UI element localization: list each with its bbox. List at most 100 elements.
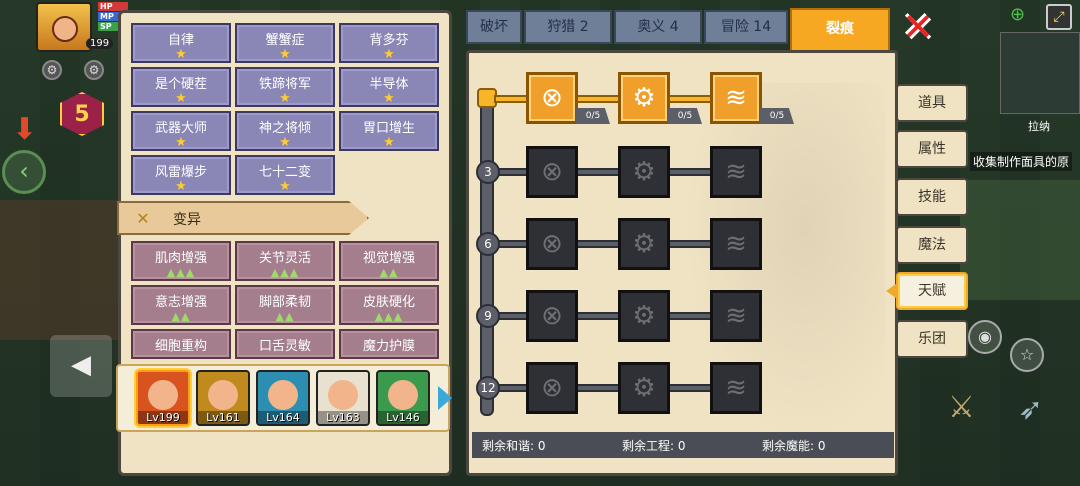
side-menu-talent[interactable]: 天赋 [896, 272, 968, 310]
skill-item[interactable]: 是个硬茬 ★ [131, 67, 231, 107]
skill-name: 蟹蟹症 [265, 33, 305, 48]
triangle-icon: ▲▲ [237, 354, 333, 357]
character-level: Lv163 [318, 411, 368, 424]
gears-icon[interactable]: ⚙ [618, 72, 670, 124]
player-level: 199 [86, 38, 114, 49]
sword-icon[interactable]: ⚔ [948, 390, 975, 425]
character-face [388, 380, 418, 410]
mutation-item[interactable]: 关节灵活 ▲▲▲ [235, 241, 335, 281]
mutation-item[interactable]: 意志增强 ▲▲ [131, 285, 231, 325]
skill-item[interactable]: 铁蹄将军 ★ [235, 67, 335, 107]
compass-icon[interactable]: ◉ [968, 320, 1002, 354]
character-portrait[interactable]: Lv163 [316, 370, 370, 426]
mutation-name: 皮肤硬化 [362, 295, 415, 310]
tab-hunt[interactable]: 狩猎 2 [524, 10, 612, 44]
character-face [328, 380, 358, 410]
mutation-item[interactable]: 魔力护膜▲▲ [339, 329, 439, 359]
harmony-icon[interactable]: ⊗ [526, 290, 578, 342]
active-caret-icon [886, 284, 896, 298]
side-menu-attributes[interactable]: 属性 [896, 130, 968, 168]
bow-icon[interactable]: ➶ [1018, 392, 1043, 427]
dpad-left-icon[interactable]: ◀ [50, 335, 112, 397]
claw-icon[interactable]: ≋ [710, 146, 762, 198]
mutation-item[interactable]: 脚部柔韧 ▲▲ [235, 285, 335, 325]
mutation-name: 关节灵活 [258, 251, 311, 266]
gears-icon[interactable]: ⚙ [618, 362, 670, 414]
triangle-icon: ▲▲ [379, 266, 399, 279]
talent-count: 0/5 [668, 108, 702, 124]
skill-item[interactable]: 背多芬 ★ [339, 23, 439, 63]
skill-item[interactable]: 自律 ★ [131, 23, 231, 63]
claw-icon[interactable]: ≋ [710, 218, 762, 270]
mutation-item[interactable]: 肌肉增强 ▲▲▲ [131, 241, 231, 281]
gears-icon[interactable]: ⚙ [618, 146, 670, 198]
character-face [268, 380, 298, 410]
claw-icon[interactable]: ≋ [710, 290, 762, 342]
claw-icon[interactable]: ≋ [710, 362, 762, 414]
skill-grid: 自律 ★ 蟹蟹症 ★ 背多芬 ★ 是个硬茬 ★ 铁蹄将军 ★ 半导体 ★ 武器大师 ★ 神之将… [131, 23, 443, 195]
character-portrait[interactable]: Lv199 [136, 370, 190, 426]
gears-icon[interactable]: ⚙ [618, 218, 670, 270]
remaining-harmony: 剩余和谐: 0 [482, 439, 546, 453]
tab-adventure[interactable]: 冒险 14 [704, 10, 788, 44]
star-icon: ★ [279, 47, 291, 62]
triangle-icon: ▲▲ [171, 310, 191, 323]
scroll-right-arrow-icon[interactable] [438, 386, 452, 410]
star-icon: ★ [279, 91, 291, 106]
star-icon[interactable]: ☆ [1010, 338, 1044, 372]
tab-destroy[interactable]: 破坏 [466, 10, 522, 44]
down-arrow-icon[interactable]: ⬇ [12, 112, 37, 147]
character-portrait[interactable]: Lv161 [196, 370, 250, 426]
triangle-icon: ▲▲▲ [270, 266, 300, 279]
side-menu-magic[interactable]: 魔法 [896, 226, 968, 264]
skill-item[interactable]: 七十二变 ★ [235, 155, 335, 195]
mutation-item[interactable]: 口舌灵敏▲▲ [235, 329, 335, 359]
skill-name: 胃口增生 [362, 121, 415, 136]
skill-item[interactable]: 风雷爆步 ★ [131, 155, 231, 195]
triangle-icon: ▲▲ [275, 310, 295, 323]
minimap[interactable] [1000, 32, 1080, 114]
tab-mystery[interactable]: 奥义 4 [614, 10, 702, 44]
skill-name: 自律 [167, 33, 194, 48]
skill-item[interactable]: 蟹蟹症 ★ [235, 23, 335, 63]
player-avatar[interactable] [36, 2, 92, 52]
skill-name: 武器大师 [154, 121, 207, 136]
settings-gear-icon[interactable]: ⚙ [84, 60, 104, 80]
gears-icon[interactable]: ⚙ [618, 290, 670, 342]
triangle-icon: ▲▲▲ [166, 266, 196, 279]
side-menu-items[interactable]: 道具 [896, 84, 968, 122]
mutation-name: 口舌灵敏 [258, 339, 311, 354]
star-icon: ★ [175, 135, 187, 150]
close-icon[interactable]: ✕ [900, 8, 936, 46]
mutation-name: 肌肉增强 [154, 251, 207, 266]
tab-rift[interactable]: 裂痕 [790, 8, 890, 52]
harmony-icon[interactable]: ⊗ [526, 362, 578, 414]
skill-item[interactable]: 神之将倾 ★ [235, 111, 335, 151]
talent-count: 0/5 [760, 108, 794, 124]
character-level: Lv164 [258, 411, 308, 424]
side-menu-skills[interactable]: 技能 [896, 178, 968, 216]
character-portrait[interactable]: Lv146 [376, 370, 430, 426]
mutation-item[interactable]: 皮肤硬化 ▲▲▲ [339, 285, 439, 325]
side-menu-band[interactable]: 乐团 [896, 320, 968, 358]
mutation-item[interactable]: 视觉增强 ▲▲ [339, 241, 439, 281]
claw-icon[interactable]: ≋ [710, 72, 762, 124]
settings-gear-icon[interactable]: ⚙ [42, 60, 62, 80]
harmony-icon[interactable]: ⊗ [526, 218, 578, 270]
character-face [148, 380, 178, 410]
mutation-name: 魔力护膜 [362, 339, 415, 354]
background-tile [960, 180, 1080, 300]
skill-item[interactable]: 半导体 ★ [339, 67, 439, 107]
harmony-icon[interactable]: ⊗ [526, 72, 578, 124]
character-level: Lv199 [138, 411, 188, 424]
skill-item[interactable]: 武器大师 ★ [131, 111, 231, 151]
skill-item[interactable]: 胃口增生 ★ [339, 111, 439, 151]
mutation-item[interactable]: 细胞重构▲▲ [131, 329, 231, 359]
character-face [208, 380, 238, 410]
expand-icon[interactable]: ⤢ [1046, 4, 1072, 30]
back-arrow-icon[interactable]: ‹ [2, 150, 46, 194]
harmony-icon[interactable]: ⊗ [526, 146, 578, 198]
quest-hint-text: 收集制作面具的原 [970, 152, 1073, 171]
character-portrait[interactable]: Lv164 [256, 370, 310, 426]
skill-name: 半导体 [369, 77, 409, 92]
